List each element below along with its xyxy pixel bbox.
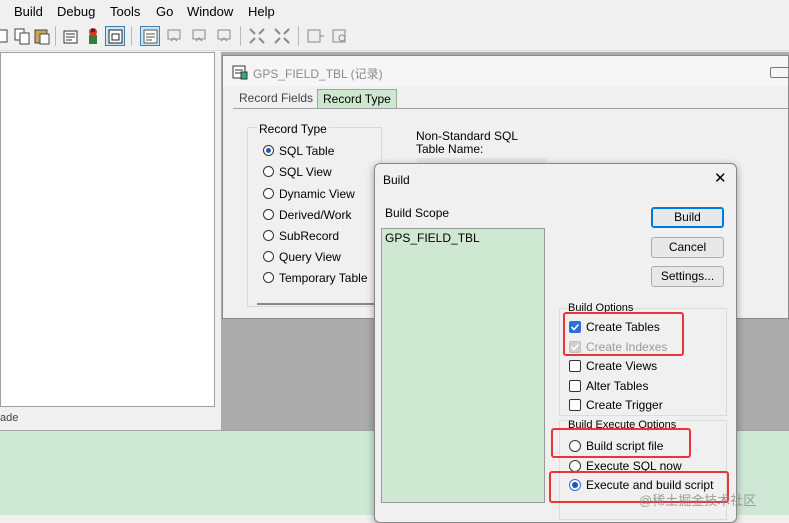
edit-definition-icon[interactable]: [190, 26, 210, 46]
record-type-group-label: Record Type: [257, 122, 329, 136]
output-window-icon[interactable]: [140, 26, 160, 46]
project-workspace-panel[interactable]: [0, 52, 215, 407]
expand-icon[interactable]: [247, 26, 267, 46]
highlight-box: [563, 312, 684, 356]
tab-record-type[interactable]: Record Type: [317, 89, 397, 109]
build-scope-label: Build Scope: [385, 206, 450, 220]
menu-tools[interactable]: Tools: [110, 4, 140, 19]
record-window-title: GPS_FIELD_TBL (记录): [253, 67, 383, 81]
menu-debug[interactable]: Debug: [57, 4, 95, 19]
dialog-title: Build: [383, 173, 410, 187]
settings-button[interactable]: Settings...: [651, 266, 724, 287]
menu-bar: Build Debug Tools Go Window Help: [0, 0, 789, 23]
insert-icon[interactable]: [305, 26, 325, 46]
toolbar: [0, 23, 789, 51]
build-button[interactable]: Build: [651, 207, 724, 228]
non-standard-sql-label: Non-Standard SQL: [416, 129, 519, 143]
project-window-icon[interactable]: [105, 26, 125, 46]
close-icon[interactable]: ✕: [714, 171, 727, 186]
record-icon: [232, 65, 248, 80]
menu-build[interactable]: Build: [14, 4, 43, 19]
properties-icon[interactable]: [61, 26, 81, 46]
minimize-button[interactable]: [770, 67, 789, 78]
tab-record-fields[interactable]: Record Fields: [234, 89, 318, 108]
cancel-button[interactable]: Cancel: [651, 237, 724, 258]
workspace-tab-label[interactable]: ade: [0, 412, 18, 424]
watermark: @稀土掘金技术社区: [639, 493, 757, 508]
menu-window[interactable]: Window: [187, 4, 233, 19]
record-window-titlebar[interactable]: GPS_FIELD_TBL (记录): [223, 56, 789, 86]
highlight-box: [551, 428, 691, 458]
menu-go[interactable]: Go: [156, 4, 173, 19]
build-scope-list[interactable]: GPS_FIELD_TBL: [381, 228, 545, 503]
view-definition-icon[interactable]: [215, 26, 235, 46]
horizontal-scrollbar[interactable]: [257, 303, 375, 305]
toolbar-cut-icon[interactable]: [0, 26, 12, 46]
list-item[interactable]: GPS_FIELD_TBL: [385, 231, 480, 245]
table-name-label: Table Name:: [416, 142, 484, 156]
paste-icon[interactable]: [32, 26, 52, 46]
find-in-icon[interactable]: [330, 26, 350, 46]
menu-help[interactable]: Help: [248, 4, 275, 19]
collapse-icon[interactable]: [272, 26, 292, 46]
copy-icon[interactable]: [12, 26, 32, 46]
build-icon[interactable]: [83, 26, 103, 46]
find-definition-icon[interactable]: [165, 26, 185, 46]
